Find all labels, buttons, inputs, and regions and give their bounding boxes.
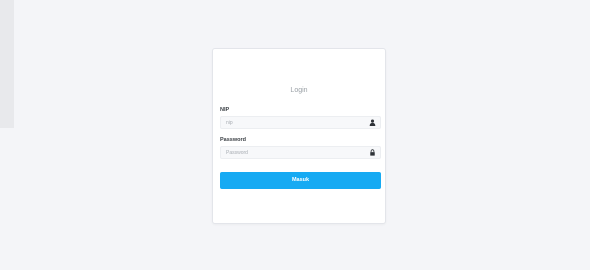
login-title: Login	[290, 87, 308, 94]
side-panel	[0, 0, 14, 128]
login-button[interactable]: Masuk	[220, 172, 381, 189]
lock-icon	[370, 149, 375, 156]
nip-field-wrapper	[220, 116, 381, 129]
password-field-wrapper	[220, 146, 381, 159]
user-icon	[369, 119, 376, 126]
nip-label: NIP	[220, 107, 230, 113]
nip-input[interactable]	[221, 117, 366, 128]
password-label: Password	[220, 137, 246, 143]
password-input[interactable]	[221, 147, 366, 158]
login-card: Login NIP Password Masuk	[212, 48, 386, 224]
